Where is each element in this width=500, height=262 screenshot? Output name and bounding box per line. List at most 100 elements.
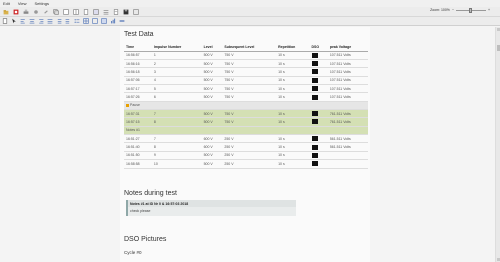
dso-thumbnail-cell (309, 92, 328, 102)
align-left-icon[interactable] (20, 18, 26, 24)
table-cell: 107.511 Volts (327, 84, 368, 94)
table-note-row: Notes #1 (124, 126, 368, 136)
edit-icon[interactable] (42, 8, 49, 15)
zoom-in-icon[interactable]: + (488, 8, 490, 12)
dso-thumbnail-cell (309, 117, 328, 127)
table-row: 16:51:27 7 600 V 250 V 10 s 561.511 Volts (124, 134, 368, 144)
dso-thumbnail[interactable] (311, 61, 318, 67)
new-page-icon[interactable] (2, 18, 8, 24)
table-cell: 750 V (222, 51, 277, 60)
table-row: 16:57:26 6 500 V 750 V 10 s 107.511 Volts (124, 92, 368, 102)
pdf-export-icon[interactable] (12, 8, 19, 15)
table-cell: 16:56:18 (124, 67, 152, 77)
col-subsequent-level: Subsequent Level (222, 43, 277, 52)
table-cell: 16:57:17 (124, 84, 152, 94)
dso-thumbnail[interactable] (311, 111, 318, 117)
table-cell: 9 (151, 151, 202, 161)
dso-thumbnail[interactable] (311, 94, 318, 100)
table-cell: 500 V (201, 109, 223, 119)
dso-thumbnail[interactable] (311, 77, 318, 83)
table-row: 16:56:57 1 500 V 750 V 10 s 107.511 Volts (124, 51, 368, 60)
row-label: Pause (130, 103, 140, 108)
indent-icon[interactable] (56, 18, 62, 24)
image-icon[interactable] (92, 8, 99, 15)
open-folder-icon[interactable] (2, 8, 9, 15)
dso-thumbnail-cell (309, 84, 328, 94)
table-cell: 500 V (201, 59, 223, 69)
table-cell: 750 V (222, 92, 277, 102)
table-cell: 5 (151, 84, 202, 94)
select-icon[interactable] (11, 18, 17, 24)
cycle-label: Cycle #0 (124, 250, 142, 255)
list-icon[interactable] (102, 8, 109, 15)
table-cell: 500 V (201, 117, 223, 127)
table-row: 16:56:16 2 500 V 750 V 10 s 107.511 Volts (124, 59, 368, 69)
table-cell: 561.511 Volts (327, 142, 368, 152)
outdent-icon[interactable] (65, 18, 71, 24)
main-toolbar: Zoom: 100% − + (0, 7, 500, 17)
dso-thumbnail[interactable] (311, 52, 318, 58)
link-icon[interactable] (119, 18, 125, 24)
warning-icon (126, 103, 129, 107)
print-icon[interactable] (22, 8, 29, 15)
menu-edit[interactable]: Edit (3, 1, 10, 6)
table-cell: 750 V (222, 84, 277, 94)
note-body: check please (130, 208, 151, 213)
table-cell: 500 V (201, 151, 223, 161)
help-icon[interactable] (132, 8, 139, 15)
vertical-scrollbar[interactable] (495, 27, 500, 262)
copy-icon[interactable] (52, 8, 59, 15)
notes-heading: Notes during test (124, 190, 177, 197)
table-cell: 16:57:15 (124, 117, 152, 127)
table-cell: 16:56:16 (124, 59, 152, 69)
dso-thumbnail[interactable] (311, 144, 318, 150)
settings-icon[interactable] (32, 8, 39, 15)
col-time: Time (124, 43, 152, 52)
dso-thumbnail[interactable] (311, 136, 318, 142)
table-cell: 500 V (201, 92, 223, 102)
page-icon[interactable] (82, 8, 89, 15)
chart-icon[interactable] (110, 18, 116, 24)
zoom-slider[interactable] (455, 7, 486, 13)
table-cell: 4 (151, 76, 202, 86)
dso-pictures-heading: DSO Pictures (124, 236, 167, 243)
menu-settings[interactable]: Settings (35, 1, 49, 6)
table-cell: 10 s (276, 134, 310, 144)
border-icon[interactable] (92, 18, 98, 24)
bullet-list-icon[interactable] (74, 18, 80, 24)
document-icon[interactable] (112, 8, 119, 15)
test-data-heading: Test Data (124, 31, 154, 38)
table-cell: 500 V (201, 51, 223, 60)
table-icon[interactable] (83, 18, 89, 24)
menu-view[interactable]: View (18, 1, 27, 6)
align-right-icon[interactable] (38, 18, 44, 24)
dso-thumbnail-cell (309, 159, 328, 169)
table-cell: 7 (151, 134, 202, 144)
dso-thumbnail[interactable] (311, 69, 318, 75)
table-group-row: Pause (124, 101, 368, 110)
zoom-slider-handle[interactable] (469, 7, 473, 13)
table-cell: 10 s (276, 76, 310, 86)
columns-icon[interactable] (72, 8, 79, 15)
justify-icon[interactable] (47, 18, 53, 24)
table-cell: 3 (151, 67, 202, 77)
table-cell: 750 V (222, 109, 277, 119)
window-icon[interactable] (62, 8, 69, 15)
dso-thumbnail[interactable] (311, 152, 318, 158)
table-cell: 8 (151, 117, 202, 127)
table-cell: 10 s (276, 151, 310, 161)
dso-thumbnail[interactable] (311, 161, 318, 167)
image-insert-icon[interactable] (101, 18, 107, 24)
align-center-icon[interactable] (29, 18, 35, 24)
dso-thumbnail[interactable] (311, 86, 318, 92)
table-cell: 16:51:50 (124, 151, 152, 161)
table-cell: 2 (151, 59, 202, 69)
table-cell: 500 V (201, 159, 223, 169)
zoom-out-icon[interactable]: − (452, 8, 454, 12)
table-row: 16:57:31 7 500 V 750 V 10 s 761.511 Volts (124, 109, 368, 119)
table-cell: 250 V (222, 159, 277, 169)
dso-thumbnail[interactable] (311, 119, 318, 125)
table-cell: 16:57:31 (124, 109, 152, 119)
save-icon[interactable] (122, 8, 129, 15)
dso-thumbnail-cell (309, 76, 328, 86)
